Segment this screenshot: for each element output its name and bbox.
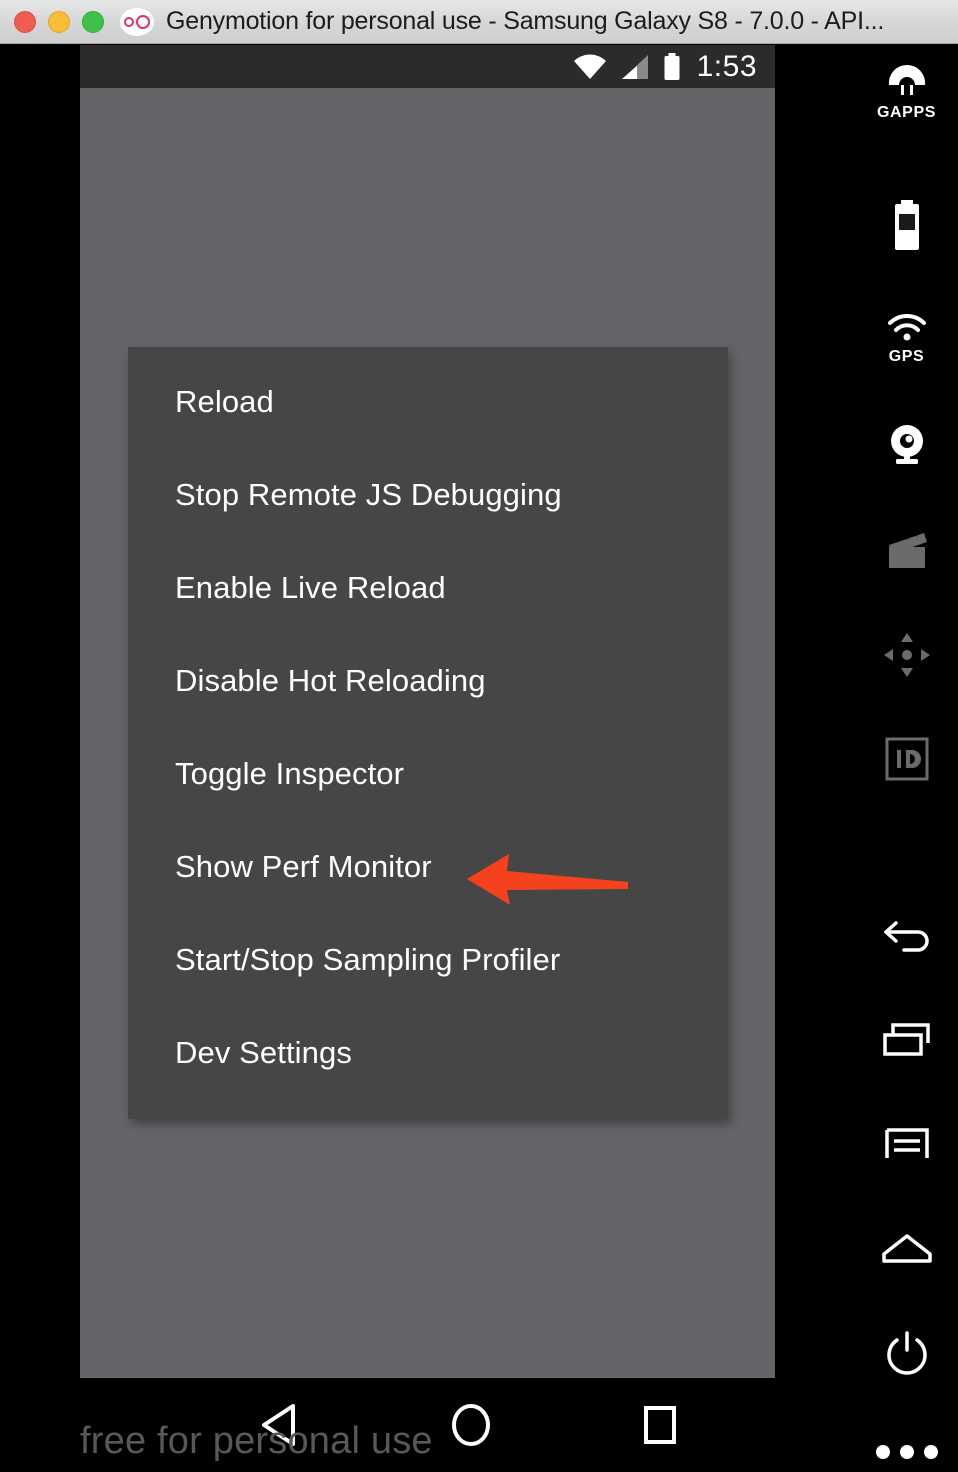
webcam-icon	[885, 423, 929, 472]
more-button[interactable]	[855, 1445, 958, 1459]
nav-back-button[interactable]	[260, 1403, 300, 1447]
menu-item-dev-settings[interactable]: Dev Settings	[128, 1006, 728, 1099]
nav-home-button[interactable]	[450, 1403, 492, 1447]
zoom-button[interactable]	[82, 10, 104, 33]
genymotion-window: Genymotion for personal use - Samsung Ga…	[0, 0, 958, 1472]
close-button[interactable]	[14, 10, 36, 33]
ellipsis-icon	[875, 1445, 938, 1459]
menu-item-stop-remote-js-debugging[interactable]: Stop Remote JS Debugging	[128, 448, 728, 541]
window-controls	[14, 10, 104, 33]
menu-item-start-stop-sampling-profiler[interactable]: Start/Stop Sampling Profiler	[128, 913, 728, 1006]
menu-item-disable-hot-reloading[interactable]: Disable Hot Reloading	[128, 634, 728, 727]
gps-label: GPS	[888, 348, 925, 365]
home-button[interactable]	[855, 1233, 958, 1268]
genymotion-toolbar: GAPPS GPS	[855, 45, 958, 1472]
dpad-button[interactable]	[855, 633, 958, 682]
minimize-button[interactable]	[48, 10, 70, 33]
gapps-label: GAPPS	[876, 104, 936, 121]
gapps-button[interactable]: GAPPS	[855, 63, 958, 122]
android-status-bar: 1:53	[80, 45, 775, 88]
battery-icon	[890, 200, 924, 257]
window-title-bar: Genymotion for personal use - Samsung Ga…	[0, 0, 958, 44]
identifiers-button[interactable]	[855, 737, 958, 786]
wifi-icon	[573, 54, 607, 80]
screencast-button[interactable]	[855, 529, 958, 576]
id-badge-icon	[885, 737, 929, 786]
menu-button[interactable]	[855, 1127, 958, 1166]
status-bar-clock: 1:53	[696, 49, 757, 83]
dot-1	[875, 1445, 890, 1459]
device-screen: 1:53 Reload Stop Remote JS Debugging Ena…	[80, 45, 775, 1378]
logo-circle-small	[124, 16, 134, 27]
back-button[interactable]	[855, 917, 958, 962]
recent-apps-icon	[882, 1023, 932, 1062]
power-icon	[883, 1330, 931, 1383]
react-native-dev-menu: Reload Stop Remote JS Debugging Enable L…	[128, 347, 728, 1119]
power-button[interactable]	[855, 1330, 958, 1383]
dot-3	[923, 1445, 938, 1459]
gps-waves-icon	[886, 313, 928, 346]
camera-button[interactable]	[855, 423, 958, 472]
clapperboard-icon	[884, 529, 930, 576]
nav-recents-button[interactable]	[640, 1403, 680, 1447]
dpad-icon	[882, 633, 932, 682]
battery-icon	[663, 52, 681, 81]
android-navigation-bar	[80, 1378, 775, 1472]
battery-button[interactable]	[855, 200, 958, 257]
cellular-signal-icon	[620, 54, 650, 80]
logo-circle-big	[136, 14, 150, 29]
window-title: Genymotion for personal use - Samsung Ga…	[166, 7, 885, 35]
gps-button[interactable]: GPS	[855, 313, 958, 366]
menu-icon	[883, 1127, 931, 1166]
menu-item-toggle-inspector[interactable]: Toggle Inspector	[128, 727, 728, 820]
menu-item-show-perf-monitor[interactable]: Show Perf Monitor	[128, 820, 728, 913]
android-head-icon	[887, 63, 927, 102]
menu-item-reload[interactable]: Reload	[128, 355, 728, 448]
home-icon	[881, 1233, 933, 1268]
dot-2	[899, 1445, 914, 1459]
genymotion-logo-icon	[120, 7, 154, 36]
menu-item-enable-live-reload[interactable]: Enable Live Reload	[128, 541, 728, 634]
back-arrow-icon	[882, 917, 932, 962]
recent-apps-button[interactable]	[855, 1023, 958, 1062]
